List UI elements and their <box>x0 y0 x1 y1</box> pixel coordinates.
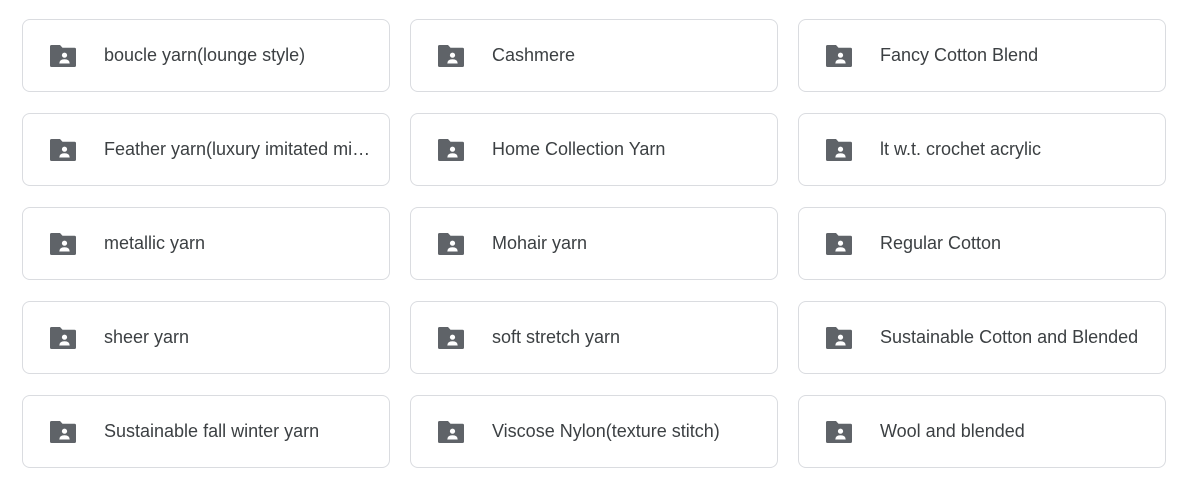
folder-card[interactable]: Viscose Nylon(texture stitch) <box>410 395 778 468</box>
folder-card[interactable]: Wool and blended <box>798 395 1166 468</box>
shared-folder-icon <box>825 420 853 444</box>
folder-grid: boucle yarn(lounge style) Cashmere Fancy… <box>22 19 1166 468</box>
folder-card[interactable]: Sustainable fall winter yarn <box>22 395 390 468</box>
shared-folder-icon <box>437 420 465 444</box>
folder-card[interactable]: soft stretch yarn <box>410 301 778 374</box>
folder-name: Viscose Nylon(texture stitch) <box>492 421 720 441</box>
folder-card[interactable]: lt w.t. crochet acrylic <box>798 113 1166 186</box>
folder-name: metallic yarn <box>104 233 206 253</box>
shared-folder-icon <box>437 138 465 162</box>
shared-folder-icon <box>825 44 853 68</box>
folder-card[interactable]: sheer yarn <box>22 301 390 374</box>
shared-folder-icon <box>437 232 465 256</box>
shared-folder-icon <box>825 232 853 256</box>
shared-folder-icon <box>49 44 77 68</box>
shared-folder-icon <box>825 138 853 162</box>
folder-card[interactable]: boucle yarn(lounge style) <box>22 19 390 92</box>
shared-folder-icon <box>49 232 77 256</box>
folder-card[interactable]: Regular Cotton <box>798 207 1166 280</box>
shared-folder-icon <box>437 44 465 68</box>
shared-folder-icon <box>49 138 77 162</box>
folder-card[interactable]: metallic yarn <box>22 207 390 280</box>
folder-name: Wool and blended <box>880 421 1025 441</box>
folder-card[interactable]: Cashmere <box>410 19 778 92</box>
folder-card[interactable]: Fancy Cotton Blend <box>798 19 1166 92</box>
shared-folder-icon <box>49 326 77 350</box>
shared-folder-icon <box>825 326 853 350</box>
folder-name: lt w.t. crochet acrylic <box>880 139 1042 159</box>
folder-name: boucle yarn(lounge style) <box>104 45 306 65</box>
folder-card[interactable]: Sustainable Cotton and Blended <box>798 301 1166 374</box>
folder-name: sheer yarn <box>104 327 190 347</box>
folder-card[interactable]: Home Collection Yarn <box>410 113 778 186</box>
folder-name: Regular Cotton <box>880 233 1002 253</box>
shared-folder-icon <box>437 326 465 350</box>
folder-card[interactable]: Mohair yarn <box>410 207 778 280</box>
folder-name: Cashmere <box>492 45 576 65</box>
shared-folder-icon <box>49 420 77 444</box>
folder-name: soft stretch yarn <box>492 327 621 347</box>
folder-name: Mohair yarn <box>492 233 588 253</box>
folder-name: Sustainable Cotton and Blended <box>880 327 1139 347</box>
folder-name: Fancy Cotton Blend <box>880 45 1039 65</box>
folder-card[interactable]: Feather yarn(luxury imitated mink) <box>22 113 390 186</box>
folder-name: Home Collection Yarn <box>492 139 666 159</box>
folder-name: Feather yarn(luxury imitated mink) <box>104 139 371 159</box>
folder-name: Sustainable fall winter yarn <box>104 421 320 441</box>
